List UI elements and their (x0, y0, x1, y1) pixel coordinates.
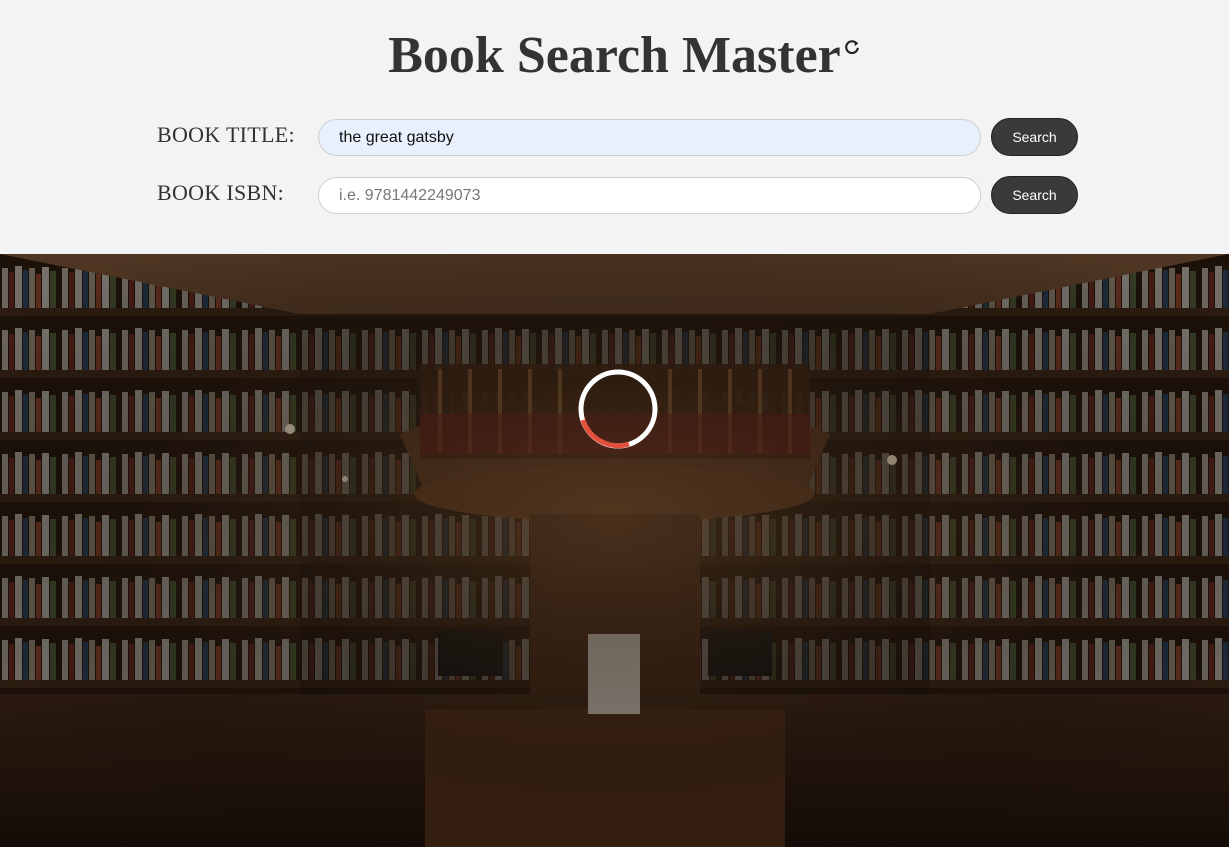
book-isbn-label: BOOK ISBN: (157, 180, 285, 205)
book-title-label: BOOK TITLE: (157, 122, 295, 147)
title-search-row: BOOK TITLE: Search (0, 118, 1229, 156)
library-background-image (0, 254, 1229, 847)
book-isbn-input[interactable] (318, 177, 981, 214)
loading-spinner-icon (578, 369, 658, 449)
header: Book Search Master BOOK TITLE: Search BO… (0, 0, 1229, 254)
page-title-container: Book Search Master (0, 26, 1229, 86)
isbn-search-row: BOOK ISBN: Search (0, 176, 1229, 214)
title-search-button[interactable]: Search (991, 118, 1078, 156)
page-title: Book Search Master (388, 27, 841, 84)
refresh-icon[interactable] (843, 38, 861, 56)
book-title-input[interactable] (318, 119, 981, 156)
isbn-search-button[interactable]: Search (991, 176, 1078, 214)
